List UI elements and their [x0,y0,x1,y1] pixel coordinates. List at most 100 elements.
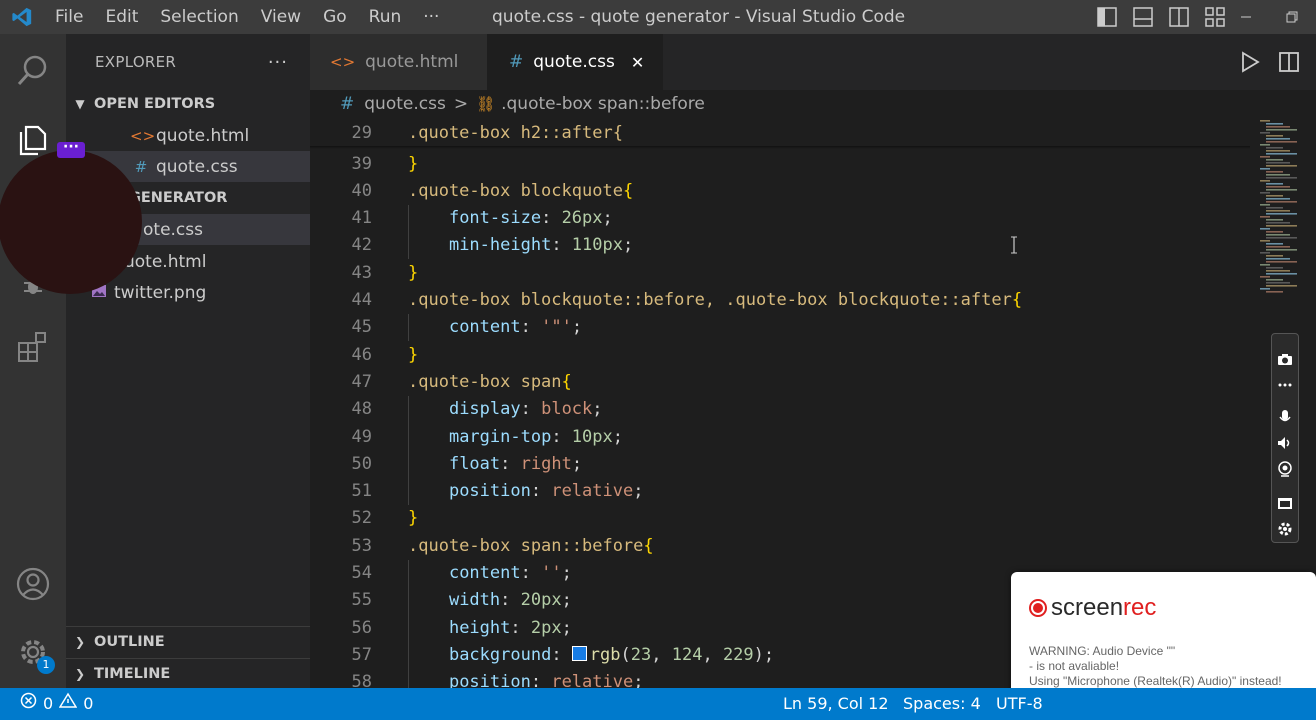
code-line[interactable]: 46} [310,341,1260,368]
code-token: ; [612,426,623,447]
problems-indicator[interactable]: 0 0 [20,688,93,720]
minimap-line [1266,243,1283,245]
menu-view[interactable]: View [250,0,312,34]
minimap-line [1266,246,1290,248]
camera-icon[interactable] [1276,350,1294,368]
code-token: : [530,481,552,502]
line-code: position: relative; [408,481,644,502]
tab-quote-css[interactable]: # quote.css ✕ [487,34,663,90]
code-token: ; [571,317,583,338]
minimap[interactable] [1258,118,1316,298]
minimap-line [1266,183,1283,185]
line-code: } [408,345,418,365]
line-code: position: relative; [408,672,644,688]
breadcrumb: # quote.css > ⛓ .quote-box span::before [310,90,1316,118]
minimap-line [1266,219,1283,221]
indent-guide [408,204,409,260]
menu-more[interactable]: ··· [412,0,450,34]
code-token: { [622,180,634,201]
code-token: 110px [571,235,623,256]
minimap-line [1266,186,1290,188]
minimap-line [1260,156,1270,158]
code-token: : [500,453,521,474]
indentation[interactable]: Spaces: 4 [903,688,981,720]
toggle-secondary-sidebar-icon[interactable] [1168,6,1190,28]
code-line[interactable]: 42 min-height: 110px; [310,232,1260,259]
menu-file[interactable]: File [44,0,94,34]
explorer-more-button[interactable]: ··· [268,52,288,73]
restore-icon[interactable] [1272,0,1312,34]
settings-gear-icon[interactable] [1276,520,1294,538]
sticky-scroll-shadow [310,146,1250,149]
close-icon[interactable]: ✕ [631,53,644,72]
code-line[interactable]: 51 position: relative; [310,478,1260,505]
line-number: 57 [351,644,372,665]
account-icon[interactable] [13,564,53,604]
menu-run[interactable]: Run [358,0,413,34]
line-number: 43 [351,262,372,283]
search-icon[interactable] [13,50,53,90]
window-icon[interactable] [1276,494,1294,512]
open-editor-quote-html[interactable]: <> quote.html [66,120,310,151]
run-icon[interactable] [1240,51,1260,77]
line-code: .quote-box span{ [408,372,572,392]
speaker-icon[interactable] [1276,434,1294,452]
editor-tabs: <> quote.html # quote.css ✕ [310,34,1316,90]
microphone-icon[interactable] [1276,408,1294,426]
minimap-line [1266,267,1283,269]
warning-message: WARNING: Audio Device "" - is not avalia… [1029,644,1282,689]
sticky-scroll-line[interactable]: 29 .quote-box h2::after{ [310,119,1260,146]
minimap-line [1266,198,1290,200]
color-swatch[interactable] [571,645,587,661]
split-editor-icon[interactable] [1278,51,1300,77]
code-token: relative [551,481,634,502]
menu-edit[interactable]: Edit [94,0,149,34]
open-editors-section[interactable]: ▼ OPEN EDITORS [66,89,310,119]
manage-gear-icon[interactable]: 1 [13,632,55,674]
code-line[interactable]: 47 .quote-box span{ [310,368,1260,395]
code-line[interactable]: 48 display: block; [310,396,1260,423]
code-line[interactable]: 49 margin-top: 10px; [310,423,1260,450]
breadcrumb-symbol[interactable]: .quote-box span::before [501,94,705,114]
code-line[interactable]: 50 float: right; [310,450,1260,477]
customize-layout-icon[interactable] [1204,6,1226,28]
file-label: ote.css [143,219,203,240]
code-token: , [702,644,723,665]
code-line[interactable]: 44 .quote-box blockquote::before, .quote-… [310,287,1260,314]
toggle-sidebar-icon[interactable] [1096,6,1118,28]
cursor-position[interactable]: Ln 59, Col 12 [783,688,889,720]
code-line[interactable]: 39} [310,150,1260,177]
toggle-panel-icon[interactable] [1132,6,1154,28]
outline-section[interactable]: ❯ OUTLINE [66,626,310,656]
code-line[interactable]: 43} [310,259,1260,286]
overlay-badge: ··· [57,140,85,158]
extensions-icon[interactable] [13,326,53,366]
layout-controls [1096,6,1226,28]
encoding[interactable]: UTF-8 [996,688,1043,720]
minimize-icon[interactable] [1226,0,1266,34]
code-line[interactable]: 40 .quote-box blockquote{ [310,177,1260,204]
code-line[interactable]: 53 .quote-box span::before{ [310,532,1260,559]
minimap-line [1266,174,1290,176]
code-token: ; [633,481,644,502]
code-token: : [551,644,572,665]
code-line[interactable]: 45 content: '"'; [310,314,1260,341]
record-icon [1029,599,1047,617]
menu-selection[interactable]: Selection [149,0,249,34]
code-token: { [561,371,572,392]
more-dots-icon[interactable] [1276,376,1294,394]
code-token: 2px [530,617,562,638]
minimap-line [1266,258,1290,260]
tab-quote-html[interactable]: <> quote.html [310,34,487,90]
breadcrumb-file[interactable]: quote.css [364,94,446,114]
menu-go[interactable]: Go [312,0,358,34]
code-line[interactable]: 41 font-size: 26px; [310,205,1260,232]
code-token: ; [622,235,634,256]
code-line[interactable]: 52} [310,505,1260,532]
minimap-line [1266,222,1290,224]
timeline-section[interactable]: ❯ TIMELINE [66,658,310,688]
webcam-icon[interactable] [1276,460,1294,478]
line-number: 52 [351,508,372,529]
